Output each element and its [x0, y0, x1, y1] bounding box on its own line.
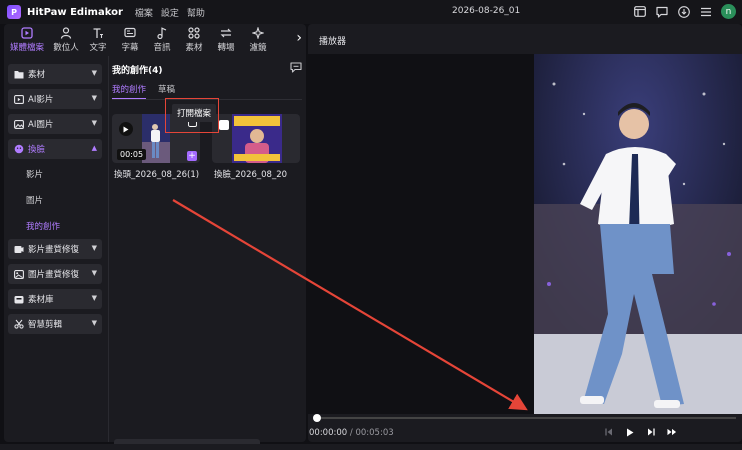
left-panel: 媒體檔案 數位人 文字 字幕 音訊 素材 轉場 濾鏡 › 素材 ▼ AI影片 ▼… [4, 24, 306, 450]
current-time: 00:00:00 [309, 428, 348, 438]
ai-image-icon [14, 119, 24, 129]
image-thumbnail [232, 114, 282, 163]
music-icon [157, 27, 167, 39]
app-logo: P [7, 5, 21, 19]
menu-icon[interactable] [699, 5, 713, 19]
user-avatar[interactable]: n [721, 4, 736, 19]
folder-icon [14, 69, 24, 79]
nav-sub-my-creations[interactable]: 我的創作 [26, 220, 60, 232]
tool-audio[interactable]: 音訊 [146, 24, 178, 56]
tool-filter[interactable]: 濾鏡 [242, 24, 274, 56]
play-button-icon[interactable] [625, 427, 635, 437]
nav-sub-image[interactable]: 圖片 [26, 194, 43, 206]
comment-icon[interactable] [290, 62, 302, 76]
nav-item-video-enhance[interactable]: 影片畫質修復 ▼ [8, 239, 102, 259]
menu-help[interactable]: 幫助 [187, 6, 205, 19]
feedback-icon[interactable] [655, 5, 669, 19]
play-icon[interactable] [119, 122, 133, 136]
player-panel: 播放器 00:00:00 / 00:05:03 [308, 24, 742, 442]
preview-viewport[interactable] [308, 54, 742, 414]
playhead-knob[interactable] [313, 414, 321, 422]
nav-item-materials[interactable]: 素材 ▼ [8, 64, 102, 84]
nav-sub-video[interactable]: 影片 [26, 168, 43, 180]
filter-icon [252, 27, 264, 39]
nav-item-face-swap[interactable]: 換臉 ▲ [8, 139, 102, 159]
smart-cut-icon [14, 319, 24, 329]
project-title: 2026-08-26_01 [452, 6, 521, 16]
open-file-tooltip: 打開檔案 [172, 104, 217, 122]
nav-item-ai-image[interactable]: AI圖片 ▼ [8, 114, 102, 134]
nav-item-smart-cut[interactable]: 智慧剪輯 ▼ [8, 314, 102, 334]
timeline-edge [0, 444, 742, 450]
tool-transition[interactable]: 轉場 [210, 24, 242, 56]
creation-card-2[interactable] [212, 114, 300, 163]
creations-panel: 我的創作(4) 我的創作 草稿 00:05 + 換頭_2026_08_26(1) [108, 56, 306, 450]
caret-down-icon: ▼ [91, 94, 97, 102]
caret-up-icon: ▲ [91, 144, 97, 152]
subtitle-icon [124, 27, 136, 38]
share-icon[interactable] [219, 120, 229, 130]
text-icon [93, 28, 103, 38]
creations-title: 我的創作(4) [112, 66, 163, 76]
tab-my-creations[interactable]: 我的創作 [112, 83, 147, 99]
tool-elements[interactable]: 素材 [178, 24, 210, 56]
tab-drafts[interactable]: 草稿 [158, 83, 175, 99]
layout-icon[interactable] [633, 5, 647, 19]
video-enhance-icon [14, 244, 24, 254]
creation-label-2: 換臉_2026_08_20 [214, 170, 288, 180]
open-file-highlight: 打開檔案 [165, 98, 219, 133]
title-bar: P HitPaw Edimakor 檔案 設定 幫助 2026-08-26_01… [0, 0, 742, 24]
media-toolbar: 媒體檔案 數位人 文字 字幕 音訊 素材 轉場 濾鏡 › [4, 24, 306, 56]
caret-down-icon: ▼ [91, 294, 97, 302]
tool-text[interactable]: 文字 [82, 24, 114, 56]
nav-item-image-enhance[interactable]: 圖片畫質修復 ▼ [8, 264, 102, 284]
previous-frame-icon[interactable] [604, 427, 614, 437]
add-to-timeline-icon[interactable]: + [187, 151, 197, 161]
creations-tabs: 我的創作 草稿 [112, 83, 175, 99]
preview-frame [534, 54, 742, 414]
image-enhance-icon [14, 269, 24, 279]
caret-down-icon: ▼ [91, 319, 97, 327]
menu-bar: 檔案 設定 幫助 [135, 6, 205, 19]
elements-icon [188, 27, 200, 39]
nav-item-library[interactable]: 素材庫 ▼ [8, 289, 102, 309]
total-time: / 00:05:03 [349, 428, 394, 438]
ai-video-icon [14, 94, 24, 104]
playback-controls [604, 427, 677, 437]
caret-down-icon: ▼ [91, 244, 97, 252]
tool-subtitle[interactable]: 字幕 [114, 24, 146, 56]
playback-progress-bar[interactable] [316, 417, 736, 419]
duration-badge: 00:05 [117, 149, 147, 160]
tool-avatar[interactable]: 數位人 [50, 24, 82, 56]
avatar-person-icon [60, 27, 72, 39]
time-display: 00:00:00 / 00:05:03 [309, 428, 394, 438]
face-swap-icon [14, 144, 24, 154]
caret-down-icon: ▼ [91, 119, 97, 127]
app-name: HitPaw Edimakor [27, 6, 123, 18]
menu-settings[interactable]: 設定 [161, 6, 179, 19]
next-frame-icon[interactable] [646, 427, 656, 437]
media-icon [21, 27, 33, 39]
fast-forward-icon[interactable] [667, 427, 677, 437]
caret-down-icon: ▼ [91, 269, 97, 277]
side-nav: 素材 ▼ AI影片 ▼ AI圖片 ▼ 換臉 ▲ 影片 圖片 我的創作 影片畫質修… [4, 56, 106, 442]
library-icon [14, 294, 24, 304]
caret-down-icon: ▼ [91, 69, 97, 77]
nav-item-ai-video[interactable]: AI影片 ▼ [8, 89, 102, 109]
download-icon[interactable] [677, 5, 691, 19]
tool-media[interactable]: 媒體檔案 [4, 24, 50, 56]
toolbar-more-button[interactable]: › [296, 30, 302, 46]
creation-label-1: 換頭_2026_08_26(1) [114, 170, 200, 180]
player-title: 播放器 [319, 37, 347, 47]
menu-file[interactable]: 檔案 [135, 6, 153, 19]
transition-icon [220, 28, 232, 38]
